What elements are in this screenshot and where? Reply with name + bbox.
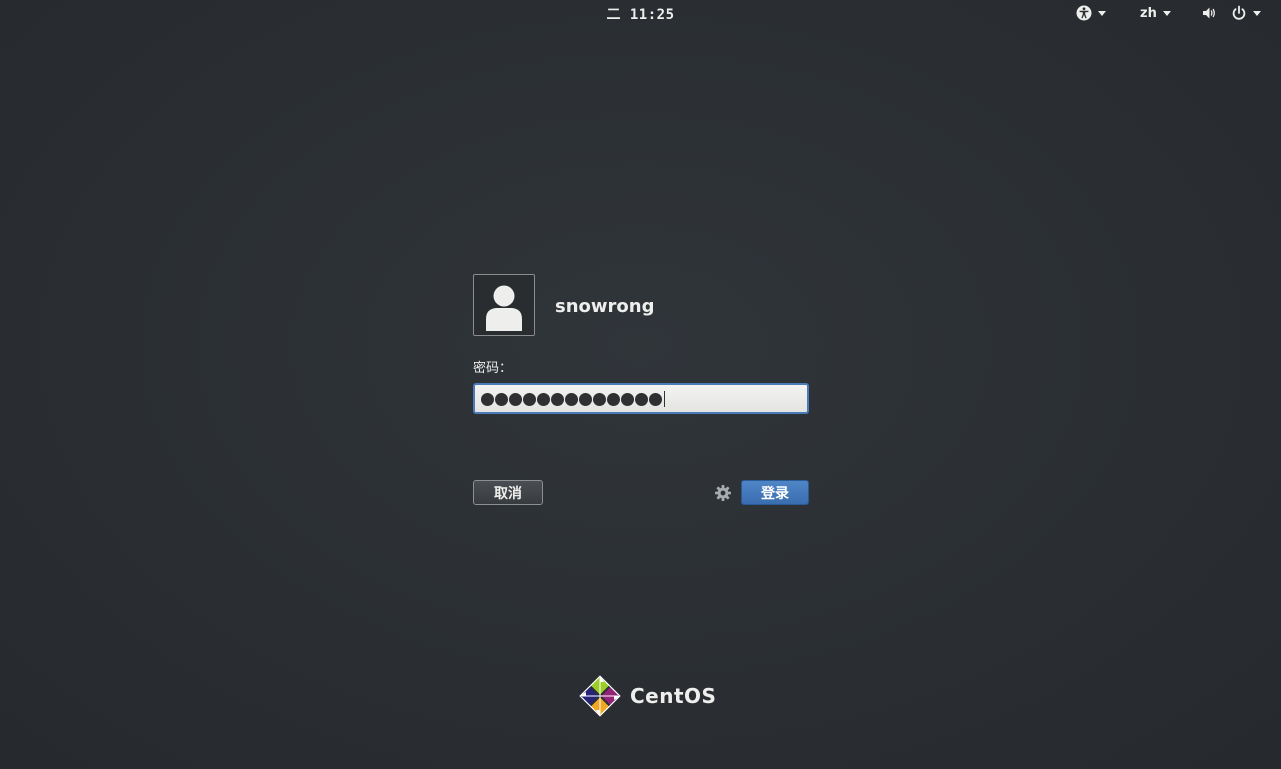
password-dot [593,392,606,406]
password-dot [523,392,536,406]
login-screen: 二 11:25 zh snowrong 密码： 取消 登录 CentOS [0,0,1281,769]
brand-name: CentOS [630,684,717,708]
password-dot [635,392,648,406]
password-dot [607,392,620,406]
gear-icon[interactable] [714,484,732,502]
chevron-down-icon [1098,10,1106,16]
accessibility-menu[interactable] [1076,4,1106,22]
username: snowrong [555,296,655,317]
chevron-down-icon [1162,10,1171,16]
password-dot [495,392,508,406]
login-button[interactable]: 登录 [741,480,809,505]
password-dots [481,390,665,408]
cancel-button[interactable]: 取消 [473,480,543,505]
password-dot [649,392,662,406]
top-bar: 二 11:25 zh [0,0,1281,26]
centos-logo-icon [579,675,621,717]
accessibility-icon [1076,5,1092,21]
password-label: 密码： [473,361,513,376]
password-dot [579,392,592,406]
password-dot [481,392,494,406]
user-avatar-icon [486,285,522,331]
password-dot [509,392,522,406]
language-menu[interactable]: zh [1140,4,1171,22]
password-dot [537,392,550,406]
language-label: zh [1140,5,1157,21]
password-dot [621,392,634,406]
system-menu[interactable] [1201,4,1261,22]
branding-logo: CentOS [578,674,716,718]
power-icon [1231,5,1247,21]
password-dot [565,392,578,406]
password-input[interactable] [473,383,809,414]
password-dot [551,392,564,406]
avatar [473,274,535,336]
volume-icon [1201,5,1217,21]
chevron-down-icon [1253,10,1261,16]
text-cursor [664,391,665,407]
